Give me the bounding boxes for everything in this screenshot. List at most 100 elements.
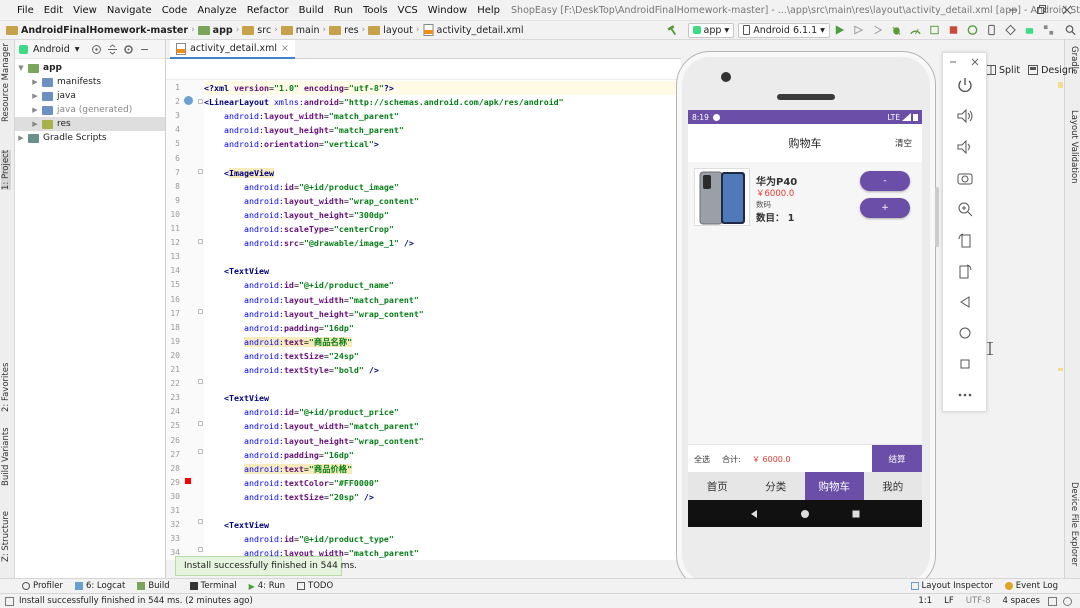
code-line[interactable] (204, 152, 681, 166)
menu-refactor[interactable]: Refactor (242, 5, 294, 16)
device-select[interactable]: Android 6.1.1 ▾ (738, 22, 830, 38)
code-line[interactable]: android:src="@drawable/image_1" /> (204, 236, 681, 250)
home-icon[interactable] (800, 509, 810, 519)
cart-list-item[interactable]: 华为P40 ￥6000.0 数码 数目： 1 - + (692, 168, 918, 226)
status-message[interactable]: Install successfully finished in 544 ms.… (19, 596, 253, 606)
search-icon[interactable] (1064, 23, 1077, 37)
volume-up-icon[interactable] (955, 106, 975, 126)
emulator-screen[interactable]: 8:19 LTE 购物车 清空 华为P40 ￥6000.0 数码 数目： 1 -… (688, 110, 922, 527)
android-icon[interactable] (1023, 23, 1036, 37)
file-encoding[interactable]: UTF-8 (966, 596, 991, 606)
minimize-icon[interactable] (1006, 3, 1020, 17)
menu-code[interactable]: Code (157, 5, 193, 16)
menu-file[interactable]: File (12, 5, 39, 16)
back-icon[interactable] (955, 292, 975, 312)
tool-run[interactable]: ▶ 4: Run (249, 581, 285, 591)
debug-icon[interactable] (890, 23, 903, 37)
code-line[interactable] (204, 504, 681, 518)
tool-favorites[interactable]: 2: Favorites (1, 363, 11, 412)
home-icon[interactable] (955, 323, 975, 343)
tool-layout-validation[interactable]: Layout Validation (1069, 110, 1079, 184)
code-line[interactable]: android:layout_width="match_parent" (204, 419, 681, 433)
zoom-icon[interactable] (955, 199, 975, 219)
notification-toast[interactable]: Install successfully finished in 544 ms. (175, 556, 357, 576)
tree-item-manifests[interactable]: ▶ manifests (15, 75, 165, 89)
tool-profiler[interactable]: Profiler (22, 581, 63, 591)
collapse-arrow-icon[interactable]: ▶ (31, 78, 39, 86)
breadcrumb-main[interactable]: main (296, 25, 320, 36)
fold-marker-icon[interactable] (198, 239, 203, 244)
menu-help[interactable]: Help (472, 5, 505, 16)
code-line[interactable]: android:textColor="#FF0000" (204, 476, 681, 490)
rotate-left-icon[interactable] (955, 230, 975, 250)
nav-tab-cart[interactable]: 购物车 (805, 472, 864, 500)
overview-icon[interactable] (851, 509, 861, 519)
class-marker-icon[interactable] (184, 96, 193, 105)
code-line[interactable]: android:layout_height="match_parent" (204, 123, 681, 137)
breadcrumb-src[interactable]: src (257, 25, 271, 36)
breadcrumb-res[interactable]: res (344, 25, 359, 36)
select-all-checkbox[interactable]: 全选 (694, 454, 710, 465)
code-line[interactable]: android:text="商品价格" (204, 462, 681, 476)
code-line[interactable]: android:orientation="vertical"> (204, 137, 681, 151)
menu-window[interactable]: Window (423, 5, 472, 16)
menu-vcs[interactable]: VCS (393, 5, 423, 16)
apply-code-changes-icon[interactable] (871, 23, 884, 37)
tool-event-log[interactable]: Event Log (1004, 581, 1058, 591)
attach-debugger-icon[interactable] (928, 23, 941, 37)
restore-icon[interactable] (1034, 3, 1048, 17)
code-line[interactable]: <TextView (204, 518, 681, 532)
code-line[interactable]: android:id="@+id/product_name" (204, 278, 681, 292)
avd-manager-icon[interactable] (985, 23, 998, 37)
fold-marker-icon[interactable] (198, 519, 203, 524)
code-line[interactable] (204, 377, 681, 391)
code-line[interactable]: <TextView (204, 391, 681, 405)
collapse-arrow-icon[interactable]: ▶ (31, 120, 39, 128)
color-swatch-icon[interactable] (185, 478, 191, 484)
tool-terminal[interactable]: Terminal (189, 581, 237, 591)
tool-resource-manager[interactable]: Resource Manager (1, 43, 11, 122)
collapse-arrow-icon[interactable]: ▶ (17, 134, 25, 142)
tool-layout-inspector[interactable]: Layout Inspector (910, 581, 993, 591)
menu-navigate[interactable]: Navigate (102, 5, 157, 16)
tool-build[interactable]: Build (137, 581, 170, 591)
tree-item-app[interactable]: ▼ app (15, 61, 165, 75)
menu-view[interactable]: View (68, 5, 102, 16)
code-line[interactable] (204, 250, 681, 264)
decrease-quantity-button[interactable]: - (860, 171, 910, 191)
run-icon[interactable] (833, 23, 846, 37)
line-separator[interactable]: LF (944, 596, 954, 606)
chevron-down-icon[interactable]: ▾ (75, 44, 80, 55)
menu-edit[interactable]: Edit (39, 5, 68, 16)
menu-analyze[interactable]: Analyze (192, 5, 241, 16)
volume-down-icon[interactable] (955, 137, 975, 157)
menu-run[interactable]: Run (329, 5, 358, 16)
camera-icon[interactable] (955, 168, 975, 188)
project-view-select[interactable]: Android (33, 44, 70, 55)
caret-position[interactable]: 1:1 (918, 596, 932, 606)
collapse-arrow-icon[interactable]: ▶ (31, 92, 39, 100)
code-line[interactable]: android:id="@+id/product_type" (204, 532, 681, 546)
project-structure-icon[interactable] (1042, 23, 1055, 37)
breadcrumb-project[interactable]: AndroidFinalHomework-master (21, 25, 188, 36)
code-line[interactable]: android:layout_height="300dp" (204, 208, 681, 222)
code-line[interactable]: android:layout_height="wrap_content" (204, 307, 681, 321)
more-icon[interactable] (955, 385, 975, 405)
fold-marker-icon[interactable] (198, 379, 203, 384)
menu-build[interactable]: Build (294, 5, 329, 16)
stop-icon[interactable] (947, 23, 960, 37)
code-line[interactable]: android:scaleType="centerCrop" (204, 222, 681, 236)
close-icon[interactable] (970, 57, 980, 67)
tool-device-file-explorer[interactable]: Device File Explorer (1069, 482, 1079, 566)
clear-cart-button[interactable]: 清空 (895, 137, 912, 149)
code-line[interactable]: android:text="商品名称" (204, 335, 681, 349)
increase-quantity-button[interactable]: + (860, 198, 910, 218)
fold-marker-icon[interactable] (198, 421, 203, 426)
code-line[interactable]: <TextView (204, 264, 681, 278)
tool-logcat[interactable]: 6: Logcat (74, 581, 125, 591)
fold-marker-icon[interactable] (198, 449, 203, 454)
tool-todo[interactable]: TODO (297, 581, 333, 591)
overview-icon[interactable] (955, 354, 975, 374)
fold-marker-icon[interactable] (198, 309, 203, 314)
breadcrumb-file[interactable]: activity_detail.xml (437, 25, 524, 36)
